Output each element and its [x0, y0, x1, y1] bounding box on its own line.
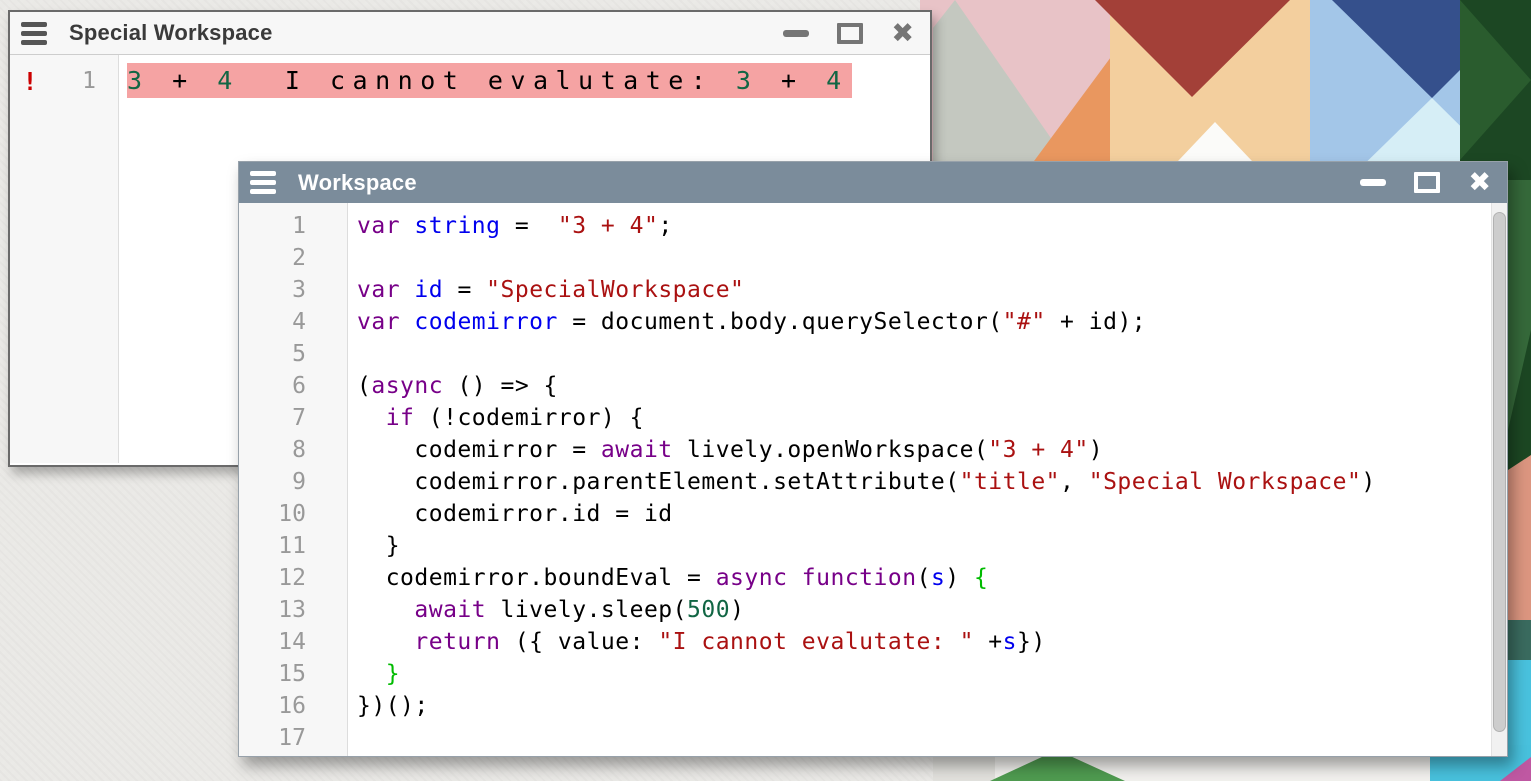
- close-icon: ✖: [1468, 169, 1491, 196]
- code-line[interactable]: codemirror = await lively.openWorkspace(…: [357, 434, 1507, 466]
- code-line[interactable]: [357, 338, 1507, 370]
- wallpaper-triangle: [1508, 620, 1531, 660]
- line-number: 13: [239, 597, 347, 623]
- workspace-titlebar[interactable]: Workspace ✖: [239, 162, 1507, 203]
- line-number: 3: [239, 277, 347, 303]
- gutter-line[interactable]: 12: [239, 562, 347, 594]
- close-button[interactable]: ✖: [1468, 169, 1491, 196]
- gutter-line[interactable]: 4: [239, 306, 347, 338]
- line-number: 2: [239, 245, 347, 271]
- workspace-window: Workspace ✖ 1234567891011121314151617 va…: [238, 161, 1508, 757]
- gutter-line[interactable]: 15: [239, 658, 347, 690]
- minimize-button[interactable]: [1360, 179, 1386, 186]
- error-highlight: 3 + 4 I cannot evalutate: 3 + 4: [127, 63, 852, 98]
- close-icon: ✖: [891, 20, 914, 47]
- gutter-line[interactable]: !1: [10, 63, 118, 99]
- line-number: 6: [239, 373, 347, 399]
- line-number: 1: [239, 213, 347, 239]
- gutter-line[interactable]: 2: [239, 242, 347, 274]
- code-line[interactable]: await lively.sleep(500): [357, 594, 1507, 626]
- editor-gutter[interactable]: 1234567891011121314151617: [239, 203, 348, 756]
- line-number: 16: [239, 693, 347, 719]
- minimize-button[interactable]: [783, 30, 809, 37]
- gutter-line[interactable]: 13: [239, 594, 347, 626]
- maximize-icon: [1414, 172, 1440, 193]
- close-button[interactable]: ✖: [891, 20, 914, 47]
- line-number: 4: [239, 309, 347, 335]
- error-marker-icon: !: [10, 67, 50, 96]
- line-number: 17: [239, 725, 347, 751]
- wallpaper-triangle: [1508, 455, 1531, 620]
- code-editor[interactable]: var string = "3 + 4"; var id = "SpecialWo…: [348, 203, 1507, 756]
- window-title: Workspace: [298, 170, 417, 196]
- code-line[interactable]: var codemirror = document.body.querySele…: [357, 306, 1507, 338]
- gutter-line[interactable]: 10: [239, 498, 347, 530]
- workspace-editor[interactable]: 1234567891011121314151617 var string = "…: [239, 203, 1507, 756]
- code-line[interactable]: (async () => {: [357, 370, 1507, 402]
- gutter-line[interactable]: 9: [239, 466, 347, 498]
- special-workspace-titlebar[interactable]: Special Workspace ✖: [10, 12, 930, 55]
- code-line[interactable]: if (!codemirror) {: [357, 402, 1507, 434]
- editor-gutter[interactable]: !1: [10, 55, 119, 463]
- line-number: 14: [239, 629, 347, 655]
- line-number: 5: [239, 341, 347, 367]
- gutter-line[interactable]: 7: [239, 402, 347, 434]
- window-controls: ✖: [1360, 169, 1491, 196]
- wallpaper-triangle: [1508, 660, 1531, 757]
- vertical-scrollbar[interactable]: [1491, 203, 1507, 756]
- gutter-line[interactable]: 6: [239, 370, 347, 402]
- hamburger-menu-button[interactable]: [21, 22, 47, 45]
- maximize-button[interactable]: [1414, 172, 1440, 193]
- line-number: 12: [239, 565, 347, 591]
- line-number: 1: [50, 68, 96, 94]
- scrollbar-thumb[interactable]: [1493, 212, 1506, 732]
- line-number: 11: [239, 533, 347, 559]
- gutter-line[interactable]: 5: [239, 338, 347, 370]
- line-number: 10: [239, 501, 347, 527]
- maximize-icon: [837, 23, 863, 44]
- line-number: 9: [239, 469, 347, 495]
- gutter-line[interactable]: 8: [239, 434, 347, 466]
- minimize-icon: [1360, 179, 1386, 186]
- hamburger-icon: [250, 171, 276, 176]
- line-number: 15: [239, 661, 347, 687]
- code-line[interactable]: [357, 722, 1507, 754]
- gutter-line[interactable]: 3: [239, 274, 347, 306]
- code-line[interactable]: var id = "SpecialWorkspace": [357, 274, 1507, 306]
- code-line[interactable]: return ({ value: "I cannot evalutate: " …: [357, 626, 1507, 658]
- hamburger-menu-button[interactable]: [250, 171, 276, 194]
- gutter-line[interactable]: 16: [239, 690, 347, 722]
- line-number: 8: [239, 437, 347, 463]
- gutter-line[interactable]: 14: [239, 626, 347, 658]
- code-line[interactable]: [357, 242, 1507, 274]
- code-line[interactable]: })();: [357, 690, 1507, 722]
- code-line[interactable]: codemirror.id = id: [357, 498, 1507, 530]
- window-title: Special Workspace: [69, 20, 273, 46]
- minimize-icon: [783, 30, 809, 37]
- code-line[interactable]: codemirror.boundEval = async function(s)…: [357, 562, 1507, 594]
- code-line[interactable]: var string = "3 + 4";: [357, 210, 1507, 242]
- desktop: { "colors": { "desktop_bg": "#eae9e6", "…: [0, 0, 1531, 781]
- code-line[interactable]: }: [357, 530, 1507, 562]
- code-line[interactable]: }: [357, 658, 1507, 690]
- hamburger-icon: [21, 22, 47, 27]
- code-line[interactable]: codemirror.parentElement.setAttribute("t…: [357, 466, 1507, 498]
- maximize-button[interactable]: [837, 23, 863, 44]
- gutter-line[interactable]: 11: [239, 530, 347, 562]
- code-line[interactable]: 3 + 4 I cannot evalutate: 3 + 4: [127, 63, 930, 99]
- window-controls: ✖: [783, 20, 914, 47]
- line-number: 7: [239, 405, 347, 431]
- gutter-line[interactable]: 17: [239, 722, 347, 754]
- gutter-line[interactable]: 1: [239, 210, 347, 242]
